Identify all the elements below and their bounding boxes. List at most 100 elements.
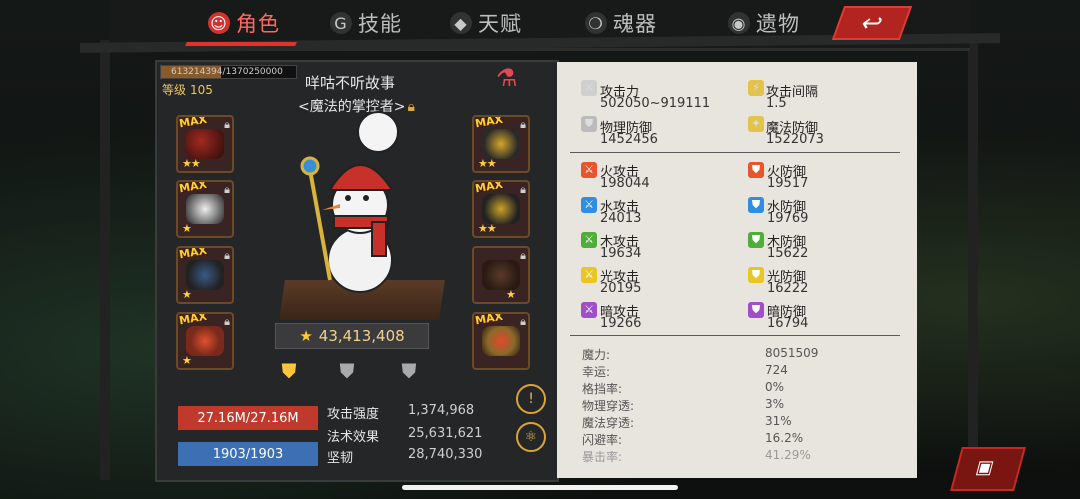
item-stars: ★★ — [478, 222, 497, 235]
light-attack-icon: ⚔ — [581, 267, 597, 283]
misc-stat-label: 格挡率: — [582, 382, 623, 396]
tab-relic[interactable]: ◉ 遗物 — [728, 6, 800, 40]
magic-defense-icon: ✦ — [748, 116, 764, 132]
item-stars: ★★ — [478, 157, 497, 170]
helmet-icon — [482, 129, 520, 159]
equipment-slot-left-2[interactable]: MAX 🔒︎ ★ — [176, 180, 234, 238]
equipment-slot-right-1[interactable]: MAX 🔒︎ ★★ — [472, 115, 530, 173]
fire-defense-icon: ⛊ — [748, 162, 764, 178]
misc-stat-value: 16.2% — [765, 431, 804, 445]
stat-value: 198044 — [600, 176, 650, 191]
exclamation-icon: ! — [528, 391, 534, 407]
home-indicator[interactable] — [402, 485, 678, 490]
misc-stat-label: 闪避率: — [582, 433, 623, 447]
info-button[interactable]: ! — [516, 384, 546, 414]
back-arrow-icon: ↩ — [856, 9, 888, 37]
tab-label: 天赋 — [478, 12, 522, 36]
item-stars: ★ — [182, 222, 192, 235]
misc-stat-value: 41.29% — [765, 448, 811, 462]
equipment-slot-right-4[interactable]: MAX 🔒︎ — [472, 312, 530, 370]
item-stars: ★★ — [182, 157, 201, 170]
attack-icon: ⚔ — [581, 80, 597, 96]
glove-icon — [186, 194, 224, 224]
stat-value: 16794 — [767, 316, 809, 331]
light-defense-icon: ⛊ — [748, 267, 764, 283]
stat-value: 19769 — [767, 211, 809, 226]
misc-stat-value: 724 — [765, 363, 788, 377]
equipment-slot-right-2[interactable]: MAX 🔒︎ ★★ — [472, 180, 530, 238]
item-stars: ★ — [182, 354, 192, 367]
potion-icon[interactable]: ⚗ — [496, 64, 526, 100]
physical-defense-icon: ⛊ — [581, 116, 597, 132]
stat-value: 16222 — [767, 281, 809, 296]
lock-icon: 🔒︎ — [224, 315, 230, 328]
wood-defense-icon: ⛊ — [748, 232, 764, 248]
ring-icon — [482, 326, 520, 356]
weapon-icon — [186, 260, 224, 290]
menu-button[interactable]: ▣ — [950, 447, 1026, 491]
boots-icon — [482, 260, 520, 290]
misc-stat-value: 8051509 — [765, 346, 819, 360]
misc-stat-label: 物理穿透: — [582, 399, 635, 413]
misc-stat-value: 31% — [765, 414, 792, 428]
settings-button[interactable]: ⚛ — [516, 422, 546, 452]
frame-left — [100, 40, 110, 480]
experience-text: 613214394/1370250000 — [171, 67, 283, 77]
stat-value: 15622 — [767, 246, 809, 261]
character-icon: ☺ — [208, 12, 230, 34]
tab-label: 角色 — [236, 12, 280, 36]
equipment-slot-left-1[interactable]: MAX 🔒︎ ★★ — [176, 115, 234, 173]
stat-value: 24013 — [600, 211, 642, 226]
necklace-icon — [186, 129, 224, 159]
sub-stat-label: 坚韧 — [327, 451, 354, 466]
hp-text: 27.16M/27.16M — [197, 410, 299, 426]
wood-attack-icon: ⚔ — [581, 232, 597, 248]
stat-value: 1.5 — [766, 96, 787, 111]
item-stars: ★ — [506, 288, 516, 301]
snowman-character — [300, 111, 399, 293]
tab-soul-vessel[interactable]: ❍ 魂器 — [585, 6, 657, 40]
stat-value: 20195 — [600, 281, 642, 296]
armor-set-2-icon[interactable]: ⛊ — [330, 358, 364, 384]
equipment-slot-left-4[interactable]: MAX 🔒︎ ★ — [176, 312, 234, 370]
fire-attack-icon: ⚔ — [581, 162, 597, 178]
tab-talent[interactable]: ◆ 天赋 — [450, 6, 522, 40]
lock-icon: 🔒︎ — [224, 183, 230, 196]
armor-set-1-icon[interactable]: ⛊ — [272, 358, 306, 384]
sub-stat-value: 1,374,968 — [408, 403, 475, 418]
stat-value: 19634 — [600, 246, 642, 261]
sub-stat-value: 28,740,330 — [408, 447, 483, 462]
tab-skill[interactable]: G 技能 — [330, 6, 402, 40]
relic-icon: ◉ — [728, 12, 750, 34]
equipment-slot-right-3[interactable]: 🔒︎ ★ — [472, 246, 530, 304]
combat-power: ★ 43,413,408 — [275, 323, 429, 349]
frame-right — [968, 40, 978, 480]
stat-value: 1452456 — [600, 132, 658, 147]
character-name: 咩咕不听故事 — [305, 74, 396, 92]
lock-icon: 🔒︎ — [520, 315, 526, 328]
lock-icon: 🔒︎ — [520, 118, 526, 131]
misc-stat-label: 魔法穿透: — [582, 416, 635, 430]
sub-stat-label: 攻击强度 — [327, 407, 380, 422]
equipment-slot-left-3[interactable]: MAX 🔒︎ ★ — [176, 246, 234, 304]
atom-icon: ⚛ — [524, 429, 538, 445]
misc-stat-label: 魔力: — [582, 348, 611, 362]
lock-icon: 🔒︎ — [520, 249, 526, 262]
tab-label: 技能 — [358, 12, 402, 36]
misc-stat-value: 0% — [765, 380, 785, 394]
stat-value: 1522073 — [766, 132, 824, 147]
tab-character[interactable]: ☺ 角色 — [208, 6, 280, 40]
armor-set-3-icon[interactable]: ⛊ — [392, 358, 426, 384]
level-display: 等级 105 — [162, 81, 213, 98]
misc-stat-label: 暴击率: — [582, 450, 623, 464]
mp-bar: 1903/1903 — [178, 442, 318, 466]
lock-icon: 🔒︎ — [224, 249, 230, 262]
attack-speed-icon: ⚡ — [748, 80, 764, 96]
mp-text: 1903/1903 — [212, 446, 284, 462]
armor-icon — [482, 194, 520, 224]
water-attack-icon: ⚔ — [581, 197, 597, 213]
stat-value: 19517 — [767, 176, 809, 191]
power-value: 43,413,408 — [318, 327, 405, 345]
back-button[interactable]: ↩ — [831, 6, 913, 40]
sub-stat-label: 法术效果 — [327, 430, 380, 445]
